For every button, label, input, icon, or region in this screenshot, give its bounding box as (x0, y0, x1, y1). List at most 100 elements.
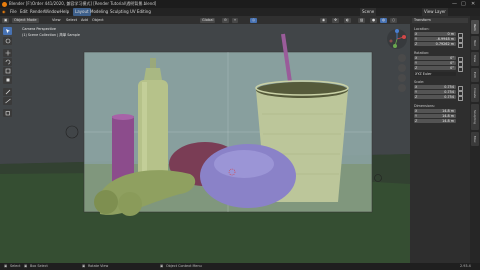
view-layer-selector[interactable]: View Layer (422, 8, 448, 16)
navigation-gizmo[interactable] (386, 28, 408, 50)
viewport-collection-label: (1) Scene Collection | 简单 Sample (22, 33, 80, 37)
rotation-x-field[interactable]: X 0° (414, 56, 456, 60)
scale-z-field[interactable]: Z 0.754 (414, 95, 456, 99)
add-cube-tool[interactable] (3, 109, 12, 117)
mouse-middle-icon: ▣ (82, 264, 86, 268)
menu-select[interactable]: Select (64, 18, 79, 23)
measure-tool[interactable] (3, 97, 12, 105)
annotate-tool[interactable] (3, 88, 12, 96)
orientation-selector[interactable]: Global (200, 17, 216, 23)
editor-type-button[interactable]: ▣ (2, 17, 10, 23)
snap-icon[interactable]: ⌖ (232, 17, 239, 23)
tab-edit[interactable]: Edit (471, 68, 479, 82)
visibility-icon[interactable]: ◉ (320, 17, 328, 23)
status-bar: ▣ Select ▣ Box Select ▣ Rotate View ▣ Ob… (0, 263, 480, 270)
properties-sidebar: Transform Location: X0 m Y -6.9948 m Z 0.7… (410, 16, 470, 263)
rotation-y-field[interactable]: Y 0° (414, 61, 456, 65)
lock-icon[interactable] (458, 85, 463, 91)
status-box-select: Box Select (30, 264, 48, 268)
dimensions-y-field[interactable]: Y 14.8 m (414, 114, 456, 118)
status-rotate-view: Rotate View (88, 264, 109, 268)
window-title: Blender [F:\Order 441/2020, 兼容学习模式] [Ren… (9, 1, 157, 6)
xray-icon[interactable]: ▨ (358, 17, 366, 23)
tab-tool[interactable]: Tool (471, 36, 479, 50)
tab-uv-editing[interactable]: UV Editing (130, 8, 151, 16)
tab-sculpting[interactable]: Sculpting (110, 8, 129, 16)
blender-menu-icon[interactable]: ◉ (2, 8, 6, 16)
scene-render (0, 24, 410, 263)
menu-window[interactable]: Window (44, 8, 60, 16)
shading-solid-icon[interactable]: ● (370, 17, 378, 23)
zoom-icon[interactable] (398, 54, 406, 62)
gizmo-toggle-icon[interactable]: ✥ (332, 17, 340, 23)
location-y-field[interactable]: Y -6.9948 m (414, 37, 456, 41)
location-label: Location: (414, 27, 430, 31)
menu-render[interactable]: Render (30, 8, 44, 16)
menu-edit[interactable]: Edit (20, 8, 28, 16)
lock-icon[interactable] (458, 56, 463, 62)
select-box-tool[interactable] (3, 27, 12, 35)
shading-rendered-icon[interactable]: ○ (390, 17, 398, 23)
ortho-toggle-icon[interactable] (398, 84, 406, 92)
location-x-field[interactable]: X0 m (414, 32, 456, 36)
rotation-label: Rotation: (414, 51, 430, 55)
tab-misc[interactable]: Misc (471, 132, 479, 146)
shading-material-icon[interactable]: ◍ (380, 17, 388, 23)
3d-viewport[interactable]: Camera Perspective (1) Scene Collection … (0, 24, 410, 263)
proportional-edit-icon[interactable]: ◎ (250, 17, 258, 23)
lock-icon[interactable] (458, 90, 463, 96)
scale-y-field[interactable]: Y 0.754 (414, 90, 456, 94)
tab-sculpting[interactable]: Sculpting (471, 104, 479, 130)
scale-label: Scale: (414, 80, 425, 84)
lock-icon[interactable] (458, 61, 463, 67)
transform-tool[interactable] (3, 76, 12, 84)
scene-selector[interactable]: Scene (360, 8, 377, 16)
lock-icon[interactable] (458, 32, 463, 38)
location-z-field[interactable]: Z 0.79262 m (414, 42, 456, 46)
dimensions-x-field[interactable]: X 14.8 m (414, 109, 456, 113)
tab-create[interactable]: Create (471, 84, 479, 102)
menu-bar: ◉ File Edit Render Window Help Layout Mo… (0, 8, 480, 16)
lock-icon[interactable] (458, 66, 463, 72)
title-bar: Blender [F:\Order 441/2020, 兼容学习模式] [Ren… (0, 0, 480, 8)
minimize-icon[interactable]: — (452, 0, 457, 8)
viewport-header: ▣ Object Mode View Select Add Object Glo… (0, 16, 410, 24)
maximize-icon[interactable]: □ (461, 0, 466, 8)
dimensions-z-field[interactable]: Z 14.8 m (414, 119, 456, 123)
blender-logo-icon (2, 1, 7, 7)
mouse-drag-icon: ▣ (24, 264, 28, 268)
pan-icon[interactable] (398, 64, 406, 72)
rotation-z-field[interactable]: Z 0° (414, 66, 456, 70)
overlay-toggle-icon[interactable]: ◐ (344, 17, 352, 23)
version-label: 2.93.4 (460, 264, 471, 268)
rotate-tool[interactable] (3, 58, 12, 66)
camera-view-icon[interactable] (398, 74, 406, 82)
close-icon[interactable]: ✕ (471, 0, 475, 8)
cursor-tool[interactable] (3, 37, 12, 45)
tab-item[interactable]: Item (471, 20, 479, 34)
rotation-mode-select[interactable]: XYZ Euler (414, 72, 456, 76)
status-select: Select (10, 264, 21, 268)
lock-icon[interactable] (458, 42, 463, 48)
dimensions-label: Dimensions: (414, 104, 435, 108)
mouse-right-icon: ▣ (160, 264, 164, 268)
move-tool[interactable] (3, 49, 12, 57)
menu-file[interactable]: File (10, 8, 17, 16)
scale-tool[interactable] (3, 67, 12, 75)
tool-shelf (2, 27, 14, 127)
menu-view[interactable]: View (50, 18, 63, 23)
tab-layout[interactable]: Layout (73, 8, 91, 16)
tab-view[interactable]: View (471, 52, 479, 66)
menu-add[interactable]: Add (79, 18, 90, 23)
tab-modeling[interactable]: Modeling (90, 8, 108, 16)
lock-icon[interactable] (458, 95, 463, 101)
sidebar-tabs: Item Tool View Edit Create Sculpting Mis… (470, 16, 480, 263)
transform-panel-header[interactable]: Transform (412, 18, 468, 23)
mode-selector[interactable]: Object Mode (12, 17, 39, 23)
lock-icon[interactable] (458, 37, 463, 43)
scale-x-field[interactable]: X 0.754 (414, 85, 456, 89)
pivot-icon[interactable]: ⊙ (222, 17, 230, 23)
mouse-left-icon: ▣ (4, 264, 8, 268)
menu-object[interactable]: Object (90, 18, 106, 23)
menu-help[interactable]: Help (60, 8, 69, 16)
